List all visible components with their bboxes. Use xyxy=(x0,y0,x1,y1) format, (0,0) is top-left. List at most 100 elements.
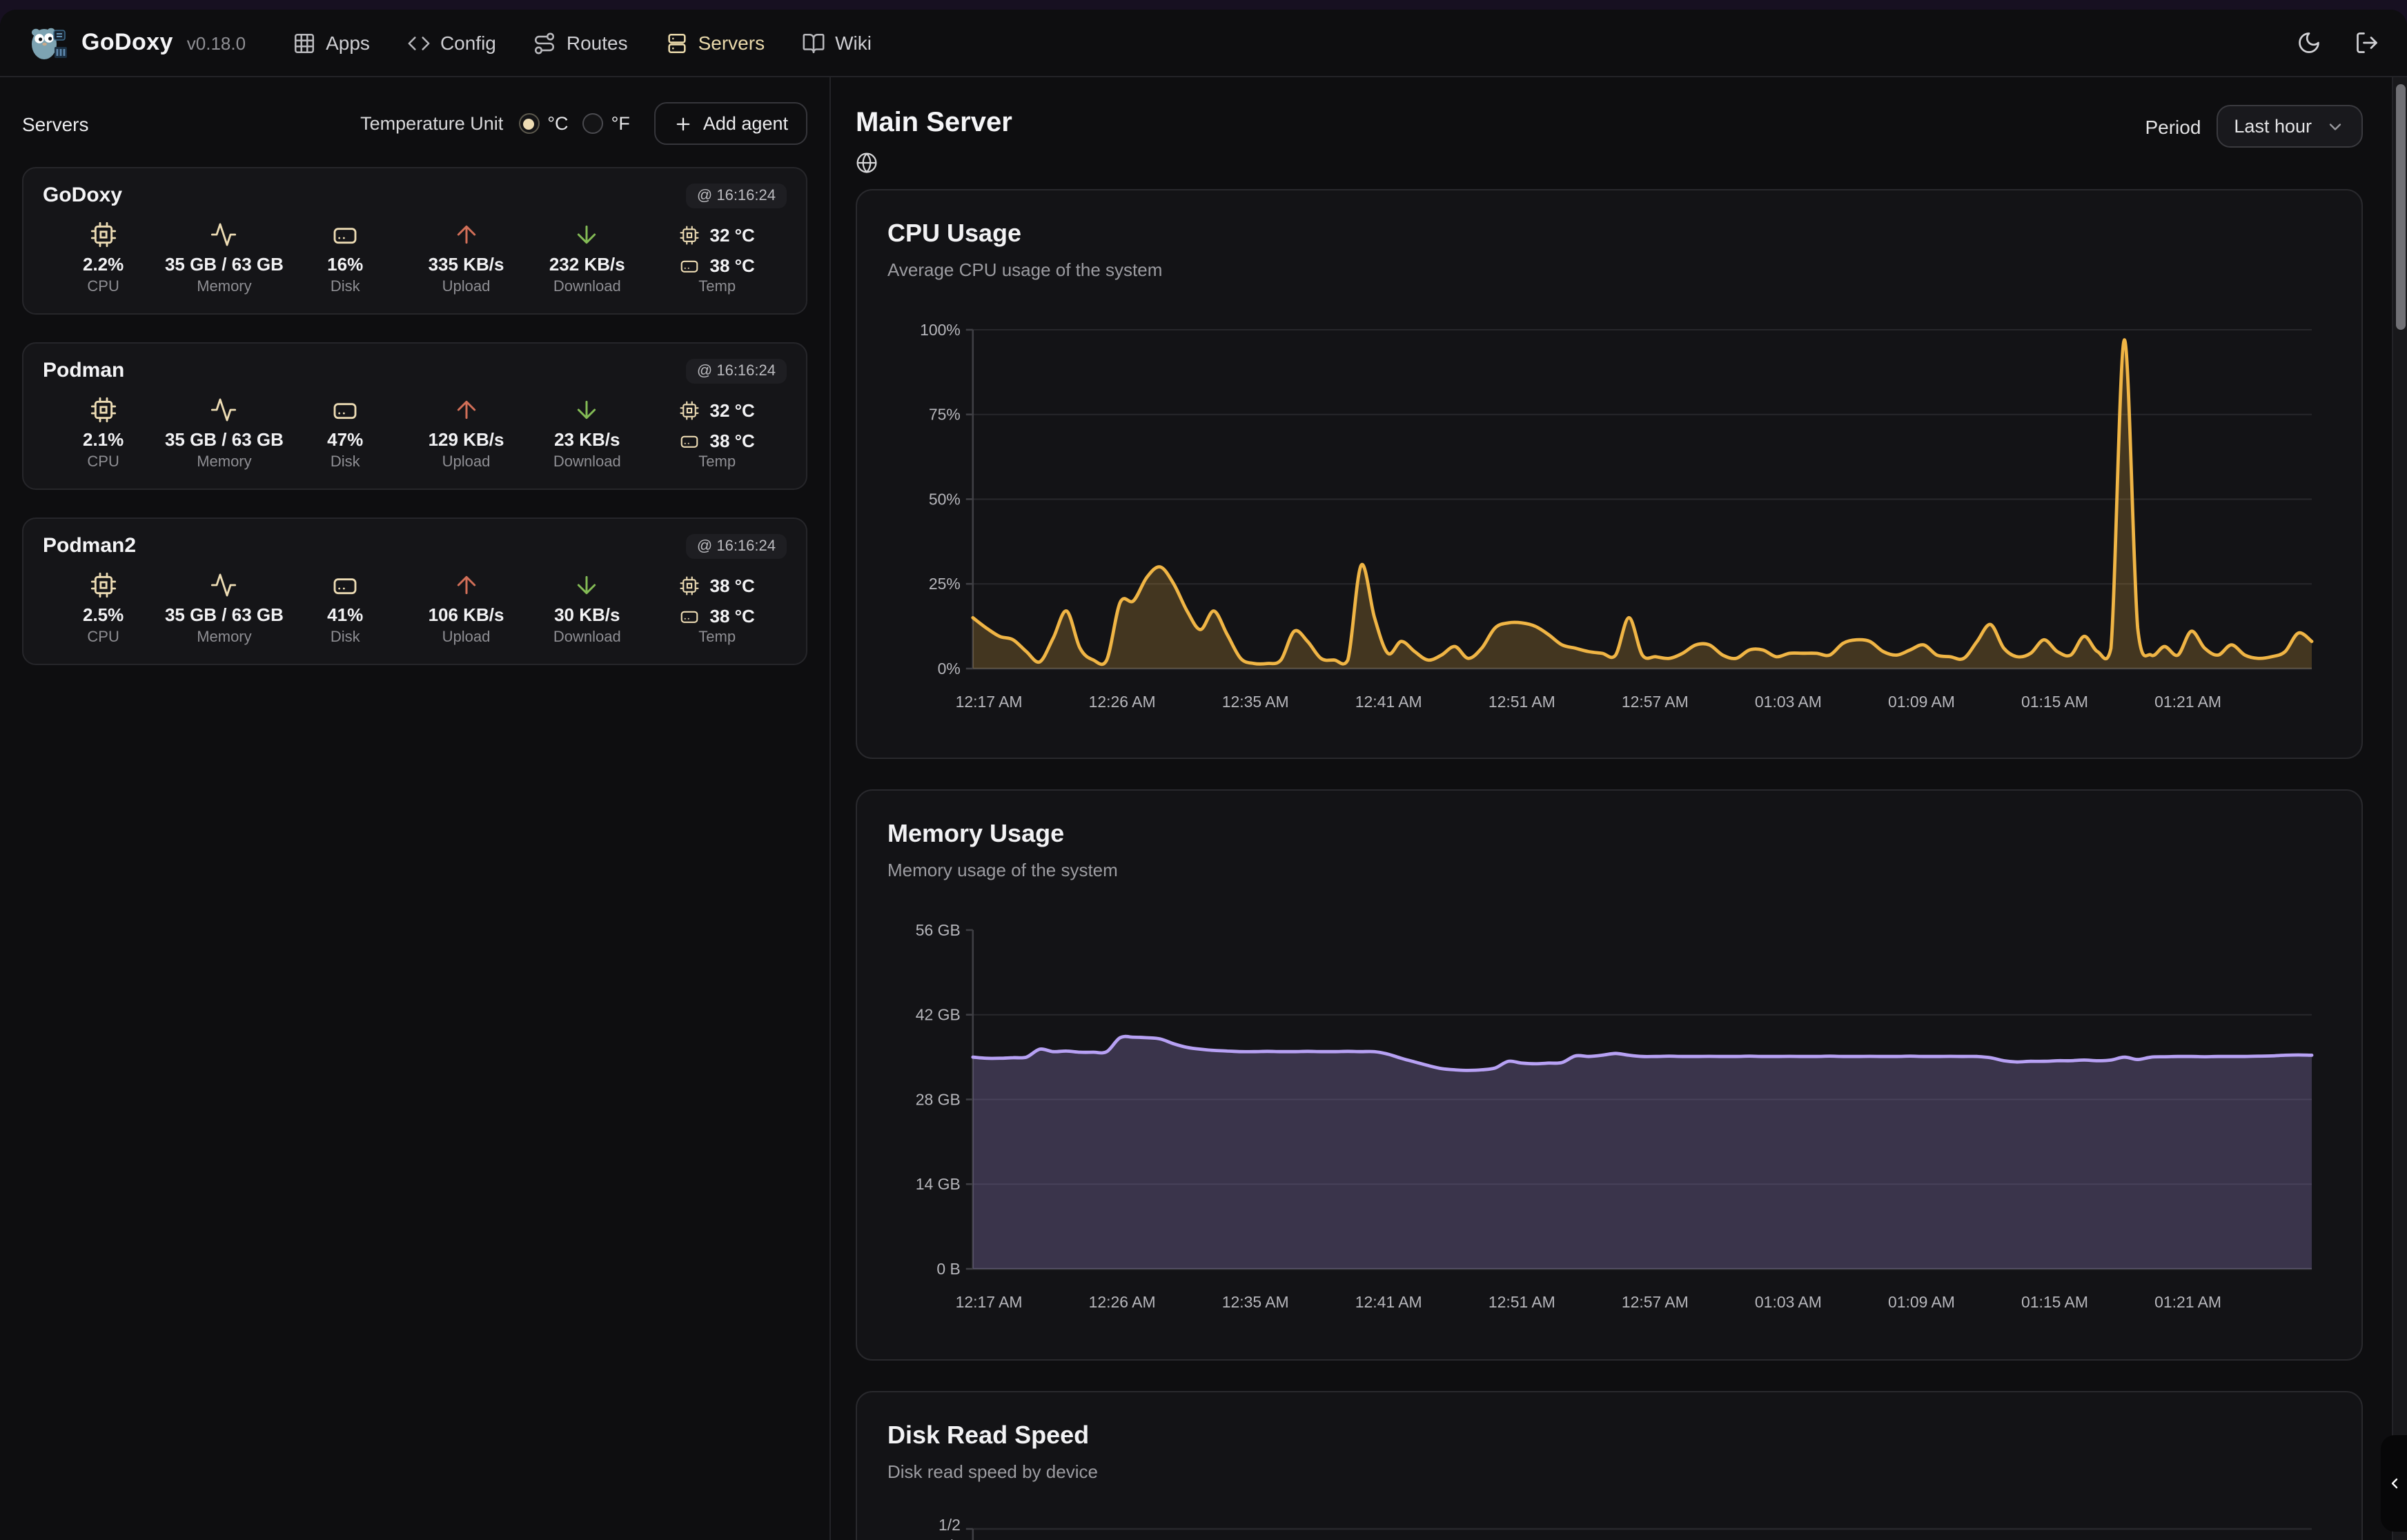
moon-icon[interactable] xyxy=(2297,30,2321,55)
brand-name: GoDoxy xyxy=(81,29,173,57)
upload-stat: 129 KB/s Upload xyxy=(406,396,527,472)
main-panel: Main Server Period Last hour xyxy=(831,77,2407,1540)
server-name: GoDoxy xyxy=(43,182,122,210)
svg-text:12:35 AM: 12:35 AM xyxy=(1222,693,1289,711)
brand[interactable]: GoDoxy v0.18.0 xyxy=(28,22,246,63)
hard-drive-icon xyxy=(331,221,359,248)
upload-stat: 335 KB/s Upload xyxy=(406,221,527,297)
cpu-chip-icon xyxy=(680,224,700,245)
arrow-up-icon xyxy=(452,396,480,424)
svg-text:12:41 AM: 12:41 AM xyxy=(1355,1294,1422,1312)
logout-icon[interactable] xyxy=(2355,30,2379,55)
hard-drive-icon xyxy=(680,430,700,451)
nav-item-label: Apps xyxy=(326,32,370,54)
svg-text:25%: 25% xyxy=(929,575,961,593)
timestamp-badge: @ 16:16:24 xyxy=(686,184,787,208)
nav-item-config[interactable]: Config xyxy=(407,31,496,55)
timestamp-badge: @ 16:16:24 xyxy=(686,534,787,559)
memory-usage-card: Memory Usage Memory usage of the system … xyxy=(856,790,2363,1361)
chart-subtitle: Average CPU usage of the system xyxy=(887,258,2331,283)
chart-subtitle: Memory usage of the system xyxy=(887,859,2331,884)
memory-stat: 35 GB / 63 GB Memory xyxy=(164,396,284,472)
svg-text:01:15 AM: 01:15 AM xyxy=(2021,1294,2088,1312)
server-card-podman2[interactable]: Podman2 @ 16:16:24 2.5% CPU 35 GB xyxy=(22,517,807,665)
page-title: Main Server xyxy=(856,105,1012,141)
navbar-actions xyxy=(2297,30,2379,55)
cpu-chip-icon xyxy=(680,575,700,595)
temp-stat: 38 °C 38 °C Temp xyxy=(647,571,787,647)
period-group: Period Last hour xyxy=(2145,105,2363,148)
nav-item-wiki[interactable]: Wiki xyxy=(802,31,872,55)
server-card-list: GoDoxy @ 16:16:24 2.2% CPU 35 GB xyxy=(0,167,829,665)
route-icon xyxy=(533,31,557,55)
nav-item-label: Servers xyxy=(698,32,765,54)
main-header: Main Server Period Last hour xyxy=(856,105,2363,174)
svg-text:75%: 75% xyxy=(929,406,961,424)
disk-read-speed-chart: 1/2MB/s xyxy=(887,1510,2331,1540)
svg-text:50%: 50% xyxy=(929,490,961,508)
svg-text:12:26 AM: 12:26 AM xyxy=(1089,1294,1156,1312)
cpu-chip-icon xyxy=(90,571,117,599)
disk-stat: 47% Disk xyxy=(285,396,406,472)
svg-text:01:03 AM: 01:03 AM xyxy=(1755,1294,1822,1312)
book-open-icon xyxy=(802,31,825,55)
svg-text:12:17 AM: 12:17 AM xyxy=(956,1294,1023,1312)
arrow-up-icon xyxy=(452,221,480,248)
nav-item-routes[interactable]: Routes xyxy=(533,31,628,55)
nav-item-label: Wiki xyxy=(835,32,872,54)
globe-icon xyxy=(856,152,878,174)
svg-text:01:15 AM: 01:15 AM xyxy=(2021,693,2088,711)
chart-title: Memory Usage xyxy=(887,818,2331,851)
memory-stat: 35 GB / 63 GB Memory xyxy=(164,221,284,297)
scrollbar-thumb[interactable] xyxy=(2395,84,2405,330)
cpu-stat: 2.5% CPU xyxy=(43,571,164,647)
svg-text:12:35 AM: 12:35 AM xyxy=(1222,1294,1289,1312)
svg-text:42 GB: 42 GB xyxy=(916,1006,961,1024)
timestamp-badge: @ 16:16:24 xyxy=(686,359,787,384)
server-name: Podman xyxy=(43,357,124,385)
svg-text:01:09 AM: 01:09 AM xyxy=(1888,1294,1955,1312)
memory-usage-chart: 0 B14 GB28 GB42 GB56 GB12:17 AM12:26 AM1… xyxy=(887,909,2331,1333)
activity-icon xyxy=(210,221,238,248)
servers-panel-header: Servers Temperature Unit °C °F A xyxy=(0,102,829,145)
add-agent-button[interactable]: Add agent xyxy=(655,102,807,145)
period-label: Period xyxy=(2145,115,2201,137)
cpu-chip-icon xyxy=(680,399,700,420)
nav-item-apps[interactable]: Apps xyxy=(293,31,370,55)
svg-text:12:57 AM: 12:57 AM xyxy=(1622,1294,1689,1312)
cpu-usage-chart: 0%25%50%75%100%12:17 AM12:26 AM12:35 AM1… xyxy=(887,308,2331,732)
godoxy-logo xyxy=(28,22,69,63)
disk-stat: 16% Disk xyxy=(285,221,406,297)
cpu-chip-icon xyxy=(90,221,117,248)
server-name: Podman2 xyxy=(43,533,136,560)
svg-text:28 GB: 28 GB xyxy=(916,1091,961,1109)
svg-text:12:57 AM: 12:57 AM xyxy=(1622,693,1689,711)
chart-title: CPU Usage xyxy=(887,217,2331,250)
svg-text:14 GB: 14 GB xyxy=(916,1176,961,1194)
hard-drive-icon xyxy=(680,605,700,626)
disk-stat: 41% Disk xyxy=(285,571,406,647)
svg-text:12:41 AM: 12:41 AM xyxy=(1355,693,1422,711)
activity-icon xyxy=(210,396,238,424)
arrow-up-icon xyxy=(452,571,480,599)
navbar: GoDoxy v0.18.0 Apps Config xyxy=(0,10,2407,77)
collapse-panel-tab[interactable] xyxy=(2381,1435,2407,1532)
servers-icon xyxy=(665,31,689,55)
disk-read-speed-card: Disk Read Speed Disk read speed by devic… xyxy=(856,1391,2363,1540)
download-stat: 232 KB/s Download xyxy=(527,221,647,297)
server-card-podman[interactable]: Podman @ 16:16:24 2.1% CPU 35 GB xyxy=(22,342,807,490)
cpu-usage-card: CPU Usage Average CPU usage of the syste… xyxy=(856,189,2363,760)
svg-text:0 B: 0 B xyxy=(936,1261,960,1279)
chevron-left-icon xyxy=(2386,1475,2402,1492)
period-select[interactable]: Last hour xyxy=(2216,105,2363,148)
code-icon xyxy=(407,31,431,55)
unit-celsius-radio[interactable]: °C xyxy=(518,113,568,134)
plus-icon xyxy=(674,114,694,133)
svg-text:12:51 AM: 12:51 AM xyxy=(1489,1294,1555,1312)
activity-icon xyxy=(210,571,238,599)
nav-item-servers[interactable]: Servers xyxy=(665,31,765,55)
server-card-godoxy[interactable]: GoDoxy @ 16:16:24 2.2% CPU 35 GB xyxy=(22,167,807,315)
godoxy-app: GoDoxy v0.18.0 Apps Config xyxy=(0,0,2407,1540)
memory-stat: 35 GB / 63 GB Memory xyxy=(164,571,284,647)
unit-fahrenheit-radio[interactable]: °F xyxy=(582,113,630,134)
